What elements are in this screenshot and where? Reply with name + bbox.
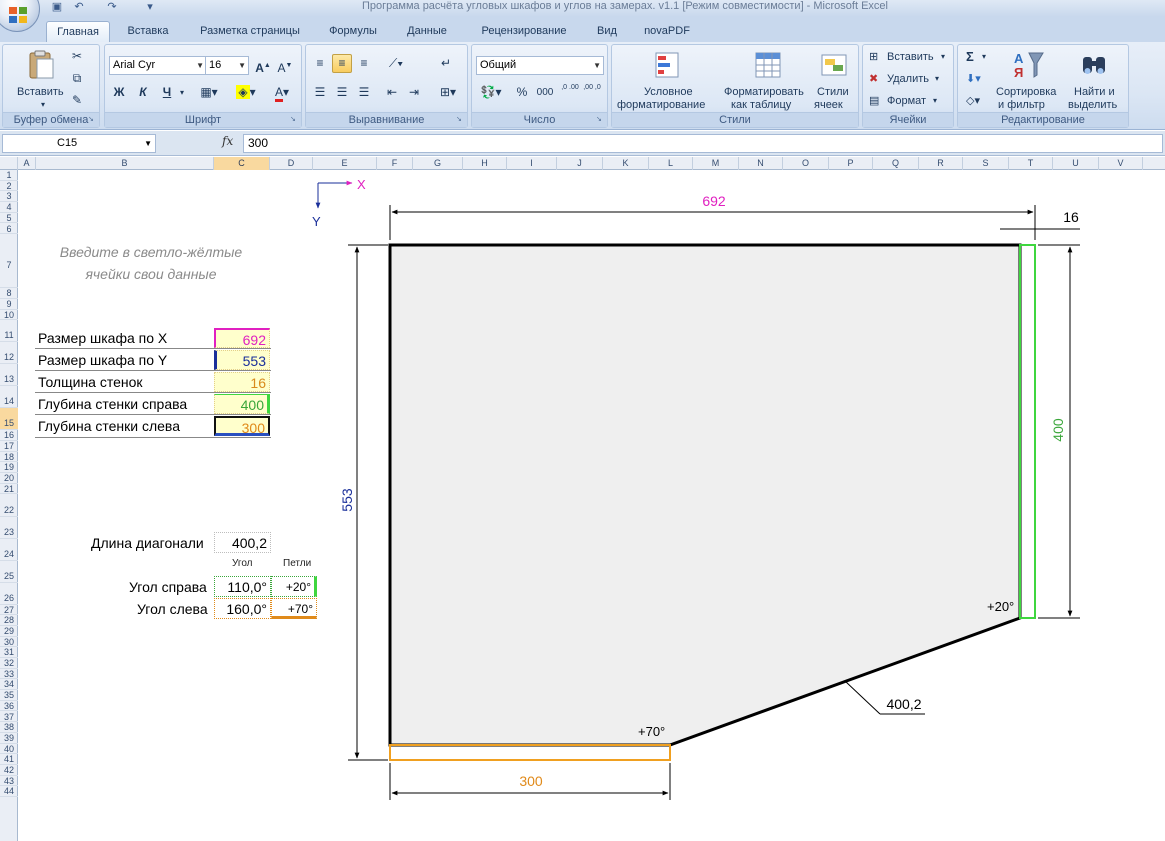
- dim-thickness-value: 16: [1063, 209, 1079, 225]
- axis-x-label: X: [357, 177, 366, 192]
- dim-right-value: 400: [1050, 418, 1066, 442]
- dim-bottom-value: 300: [519, 773, 543, 789]
- diagonal-leader: [844, 680, 881, 715]
- cabinet-outline: [388, 243, 1022, 747]
- left-wall: [389, 744, 671, 761]
- angle-left-marker: +70°: [638, 724, 665, 739]
- dim-top-value: 692: [702, 193, 726, 209]
- axis-y-label: Y: [312, 214, 321, 229]
- cabinet-drawing: X Y 692 16 553 400 300 400,2 +20° +70°: [312, 177, 1080, 800]
- excel-window: ▣ ↶ ↷ ▾ Программа расчёта угловых шкафов…: [0, 0, 1165, 841]
- diagonal-value-label: 400,2: [886, 696, 921, 712]
- angle-right-marker: +20°: [987, 599, 1014, 614]
- office-logo-icon: [9, 7, 27, 23]
- right-wall: [1019, 244, 1036, 619]
- dim-left-value: 553: [339, 488, 355, 512]
